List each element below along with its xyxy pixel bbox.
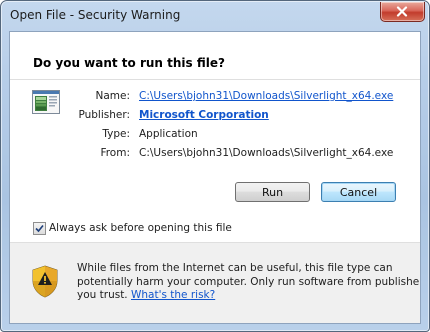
- security-shield-icon: [32, 265, 58, 298]
- header-divider: [10, 79, 420, 80]
- dialog-heading: Do you want to run this file?: [33, 56, 225, 70]
- publisher-link[interactable]: Microsoft Corporation: [139, 109, 269, 121]
- from-row: From: C:\Users\bjohn31\Downloads\Silverl…: [10, 147, 410, 163]
- warning-panel: While files from the Internet can be use…: [10, 242, 421, 323]
- file-name-link[interactable]: C:\Users\bjohn31\Downloads\Silverlight_x…: [139, 90, 393, 102]
- name-label: Name:: [95, 90, 130, 102]
- close-icon: [396, 6, 408, 17]
- warning-line-3-text: you trust.: [77, 289, 128, 301]
- whats-the-risk-link[interactable]: What's the risk?: [131, 289, 215, 301]
- security-warning-window: Open File - Security Warning Do you want…: [0, 0, 430, 332]
- checkmark-icon: [35, 224, 44, 233]
- always-ask-checkbox[interactable]: [33, 222, 46, 235]
- from-label: From:: [100, 147, 130, 159]
- dialog-body: Do you want to run this file? Name: C:\U…: [9, 31, 421, 324]
- cancel-button[interactable]: Cancel: [321, 182, 396, 202]
- name-row: Name: C:\Users\bjohn31\Downloads\Silverl…: [10, 90, 410, 106]
- title-bar[interactable]: Open File - Security Warning: [1, 1, 429, 30]
- warning-message: While files from the Internet can be use…: [77, 262, 421, 303]
- type-value: Application: [139, 128, 198, 140]
- publisher-label: Publisher:: [78, 109, 130, 121]
- run-button[interactable]: Run: [235, 182, 310, 202]
- from-value: C:\Users\bjohn31\Downloads\Silverlight_x…: [139, 147, 394, 159]
- close-button[interactable]: [380, 2, 425, 22]
- type-label: Type:: [102, 128, 130, 140]
- warning-line-2: potentially harm your computer. Only run…: [77, 275, 421, 288]
- warning-line-3: you trust. What's the risk?: [77, 289, 407, 303]
- always-ask-label: Always ask before opening this file: [49, 222, 232, 234]
- window-title: Open File - Security Warning: [10, 8, 181, 22]
- warning-line-1: While files from the Internet can be use…: [77, 262, 393, 274]
- publisher-row: Publisher: Microsoft Corporation: [10, 109, 410, 125]
- type-row: Type: Application: [10, 128, 410, 144]
